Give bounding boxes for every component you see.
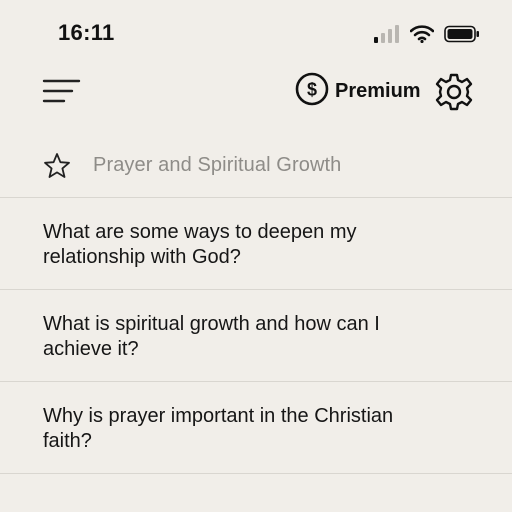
premium-button[interactable]: $ Premium bbox=[295, 72, 421, 111]
status-bar: 16:11 bbox=[0, 0, 512, 64]
question-text: What are some ways to deepen my relation… bbox=[43, 221, 357, 268]
status-icons bbox=[374, 22, 480, 46]
hamburger-menu-icon bbox=[42, 79, 82, 112]
menu-button[interactable] bbox=[42, 74, 82, 108]
battery-icon bbox=[444, 25, 480, 43]
category-title: Prayer and Spiritual Growth bbox=[93, 154, 342, 176]
app-screen: 16:11 $ Premium Prayer and Spiritual Gro… bbox=[0, 0, 512, 512]
dollar-circle-icon: $ bbox=[295, 72, 329, 111]
question-text: Why is prayer important in the Christian… bbox=[43, 405, 394, 452]
status-time: 16:11 bbox=[58, 20, 115, 45]
question-list: What are some ways to deepen my relation… bbox=[0, 198, 512, 474]
category-header: Prayer and Spiritual Growth bbox=[0, 140, 512, 198]
wifi-icon bbox=[410, 25, 434, 43]
favorite-button[interactable] bbox=[43, 152, 71, 180]
star-icon bbox=[43, 153, 71, 184]
question-item[interactable]: Why is prayer important in the Christian… bbox=[0, 382, 512, 474]
cellular-signal-icon bbox=[374, 25, 400, 43]
gear-icon bbox=[434, 73, 474, 116]
question-item[interactable]: What is spiritual growth and how can I a… bbox=[0, 290, 512, 382]
settings-button[interactable] bbox=[434, 72, 474, 112]
app-header: $ Premium bbox=[0, 68, 512, 114]
question-item[interactable]: What are some ways to deepen my relation… bbox=[0, 198, 512, 290]
premium-label: Premium bbox=[335, 79, 421, 102]
svg-text:$: $ bbox=[307, 79, 317, 99]
question-text: What is spiritual growth and how can I a… bbox=[43, 313, 380, 360]
